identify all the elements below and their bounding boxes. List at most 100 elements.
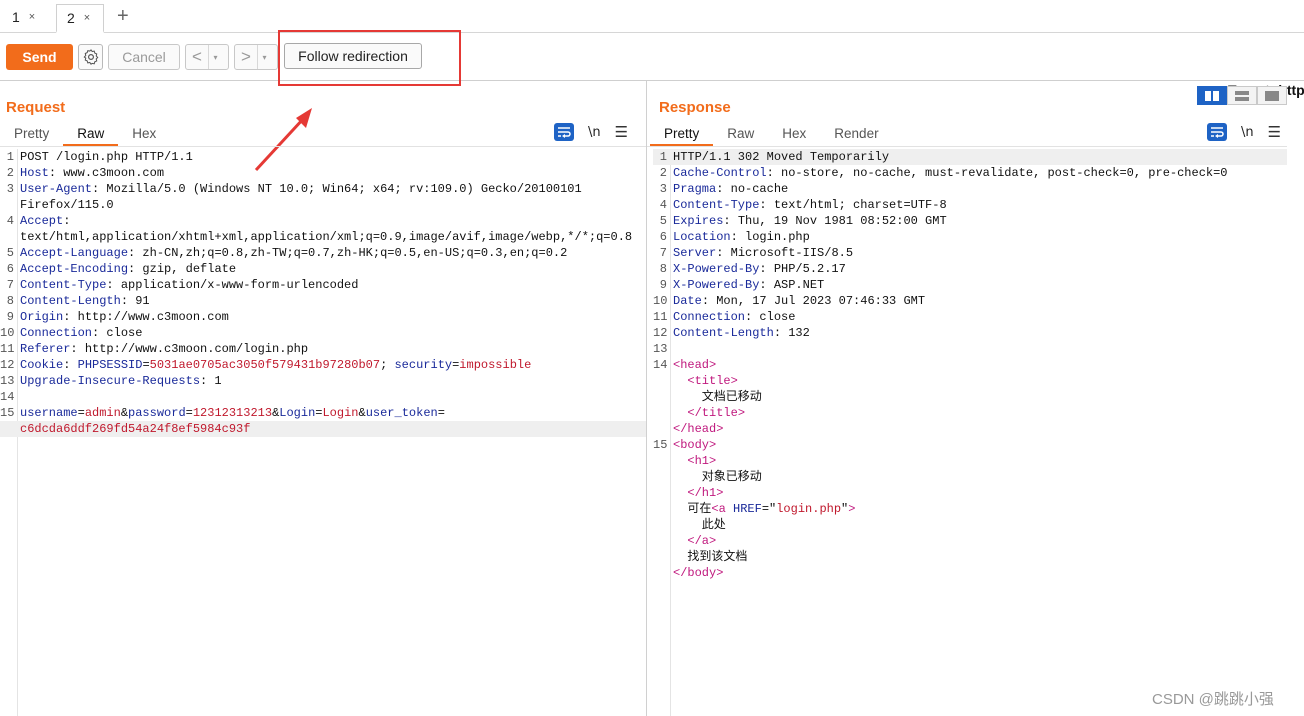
tab-raw[interactable]: Raw xyxy=(713,124,768,146)
code-line[interactable]: Firefox/115.0 xyxy=(0,197,646,213)
layout-stacked-button[interactable] xyxy=(1227,86,1257,105)
tab-raw[interactable]: Raw xyxy=(63,124,119,146)
code-line[interactable]: 4 Accept: xyxy=(0,213,646,229)
code-line[interactable]: 3 User-Agent: Mozilla/5.0 (Windows NT 10.… xyxy=(0,181,646,197)
code-line[interactable]: </a> xyxy=(653,533,1287,549)
code-line[interactable]: 7 Server: Microsoft-IIS/8.5 xyxy=(653,245,1287,261)
code-line[interactable]: 15 username=admin&password=12312313213&Lo… xyxy=(0,405,646,421)
code-line[interactable]: c6dcda6ddf269fd54a24f8ef5984c93f xyxy=(0,421,646,437)
code-text: <title> xyxy=(673,373,737,389)
repeater-tab-1[interactable]: 1 × xyxy=(12,4,35,30)
code-line[interactable]: 2 Host: www.c3moon.com xyxy=(0,165,646,181)
line-number: 6 xyxy=(659,230,667,244)
close-icon[interactable]: × xyxy=(29,11,35,23)
code-line[interactable]: 11 Connection: close xyxy=(653,309,1287,325)
tab-pretty[interactable]: Pretty xyxy=(0,124,63,146)
code-token: User-Agent xyxy=(20,182,93,196)
tab-render[interactable]: Render xyxy=(820,124,892,146)
code-line[interactable]: 1 POST /login.php HTTP/1.1 xyxy=(0,149,646,165)
cancel-button[interactable]: Cancel xyxy=(108,44,180,70)
code-line[interactable]: </body> xyxy=(653,565,1287,581)
request-editor[interactable]: 1 POST /login.php HTTP/1.1 2 Host: www.c3mo… xyxy=(0,149,646,716)
forward-history-dropdown[interactable]: ▾ xyxy=(257,45,271,69)
follow-redirection-button[interactable]: Follow redirection xyxy=(284,43,422,69)
menu-icon[interactable]: ☰ xyxy=(615,123,628,141)
code-line[interactable]: <title> xyxy=(653,373,1287,389)
code-line[interactable]: 14 xyxy=(0,389,646,405)
menu-icon[interactable]: ☰ xyxy=(1268,123,1281,141)
settings-button[interactable] xyxy=(78,44,103,70)
code-line[interactable]: 8 Content-Length: 91 xyxy=(0,293,646,309)
tab-hex[interactable]: Hex xyxy=(118,124,170,146)
code-line[interactable]: </head> xyxy=(653,421,1287,437)
panel-divider[interactable] xyxy=(646,81,647,716)
code-text: Referer: http://www.c3moon.com/login.php xyxy=(20,341,308,357)
word-wrap-button[interactable] xyxy=(554,123,574,141)
code-line[interactable]: 12 Content-Length: 132 xyxy=(653,325,1287,341)
repeater-tab-2[interactable]: 2 × xyxy=(56,4,104,33)
code-line[interactable]: 11 Referer: http://www.c3moon.com/login.p… xyxy=(0,341,646,357)
line-number: 2 xyxy=(6,166,14,180)
code-text: </head> xyxy=(673,421,723,437)
code-line[interactable]: 12 Cookie: PHPSESSID=5031ae0705ac3050f579… xyxy=(0,357,646,373)
close-icon[interactable]: × xyxy=(84,12,90,24)
tab-hex[interactable]: Hex xyxy=(768,124,820,146)
tab-pretty[interactable]: Pretty xyxy=(650,124,714,146)
code-text: Origin: http://www.c3moon.com xyxy=(20,309,229,325)
code-line[interactable]: 4 Content-Type: text/html; charset=UTF-8 xyxy=(653,197,1287,213)
response-editor[interactable]: 1 HTTP/1.1 302 Moved Temporarily 2 Cache-Co… xyxy=(653,149,1287,716)
code-line[interactable]: 10 Connection: close xyxy=(0,325,646,341)
code-line[interactable]: 7 Content-Type: application/x-www-form-ur… xyxy=(0,277,646,293)
code-token: : xyxy=(63,214,71,228)
code-line[interactable]: 文档已移动 xyxy=(653,389,1287,405)
code-token: : 132 xyxy=(773,326,810,340)
code-line[interactable]: 9 X-Powered-By: ASP.NET xyxy=(653,277,1287,293)
back-history-dropdown[interactable]: ▾ xyxy=(208,45,222,69)
code-line[interactable]: </h1> xyxy=(653,485,1287,501)
word-wrap-button[interactable] xyxy=(1207,123,1227,141)
code-text: 文档已移动 xyxy=(673,389,762,405)
code-line[interactable]: 6 Location: login.php xyxy=(653,229,1287,245)
request-view-tabs: Pretty Raw Hex xyxy=(0,124,170,146)
forward-button[interactable]: > ▾ xyxy=(234,44,278,70)
code-line[interactable]: </title> xyxy=(653,405,1287,421)
tab-label: 2 xyxy=(67,10,75,26)
code-line[interactable]: 14 <head> xyxy=(653,357,1287,373)
code-line[interactable]: <h1> xyxy=(653,453,1287,469)
code-line[interactable]: 5 Expires: Thu, 19 Nov 1981 08:52:00 GMT xyxy=(653,213,1287,229)
code-line[interactable]: 10 Date: Mon, 17 Jul 2023 07:46:33 GMT xyxy=(653,293,1287,309)
code-text: c6dcda6ddf269fd54a24f8ef5984c93f xyxy=(20,421,250,437)
code-line[interactable]: 9 Origin: http://www.c3moon.com xyxy=(0,309,646,325)
code-text: 对象已移动 xyxy=(673,469,762,485)
code-line[interactable]: 15 <body> xyxy=(653,437,1287,453)
code-line[interactable]: 可在<a HREF="login.php"> xyxy=(653,501,1287,517)
code-line[interactable]: 13 Upgrade-Insecure-Requests: 1 xyxy=(0,373,646,389)
layout-tabs-button[interactable] xyxy=(1257,86,1287,105)
send-button[interactable]: Send xyxy=(6,44,73,70)
layout-switcher xyxy=(1197,86,1287,105)
code-line[interactable]: text/html,application/xhtml+xml,applicat… xyxy=(0,229,646,245)
code-token: : gzip, deflate xyxy=(128,262,237,276)
code-line[interactable]: 对象已移动 xyxy=(653,469,1287,485)
code-line[interactable]: 13 xyxy=(653,341,1287,357)
show-newlines-button[interactable]: \n xyxy=(1241,125,1254,140)
code-line[interactable]: 3 Pragma: no-cache xyxy=(653,181,1287,197)
code-line[interactable]: 8 X-Powered-By: PHP/5.2.17 xyxy=(653,261,1287,277)
code-line[interactable]: 5 Accept-Language: zh-CN,zh;q=0.8,zh-TW;q… xyxy=(0,245,646,261)
line-number: 11 xyxy=(653,310,668,324)
line-number: 4 xyxy=(6,214,14,228)
wrap-icon xyxy=(558,127,571,138)
code-line[interactable]: 找到该文档 xyxy=(653,549,1287,565)
layout-side-by-side-button[interactable] xyxy=(1197,86,1227,105)
code-token: 此处 xyxy=(673,518,726,532)
code-token: Content-Length xyxy=(20,294,121,308)
back-button[interactable]: < ▾ xyxy=(185,44,229,70)
code-token: ; xyxy=(380,358,395,372)
code-line[interactable]: 1 HTTP/1.1 302 Moved Temporarily xyxy=(653,149,1287,165)
code-line[interactable]: 此处 xyxy=(653,517,1287,533)
code-line[interactable]: 6 Accept-Encoding: gzip, deflate xyxy=(0,261,646,277)
show-newlines-button[interactable]: \n xyxy=(588,125,601,140)
add-tab-icon[interactable]: + xyxy=(117,5,129,28)
code-line[interactable]: 2 Cache-Control: no-store, no-cache, must… xyxy=(653,165,1287,181)
